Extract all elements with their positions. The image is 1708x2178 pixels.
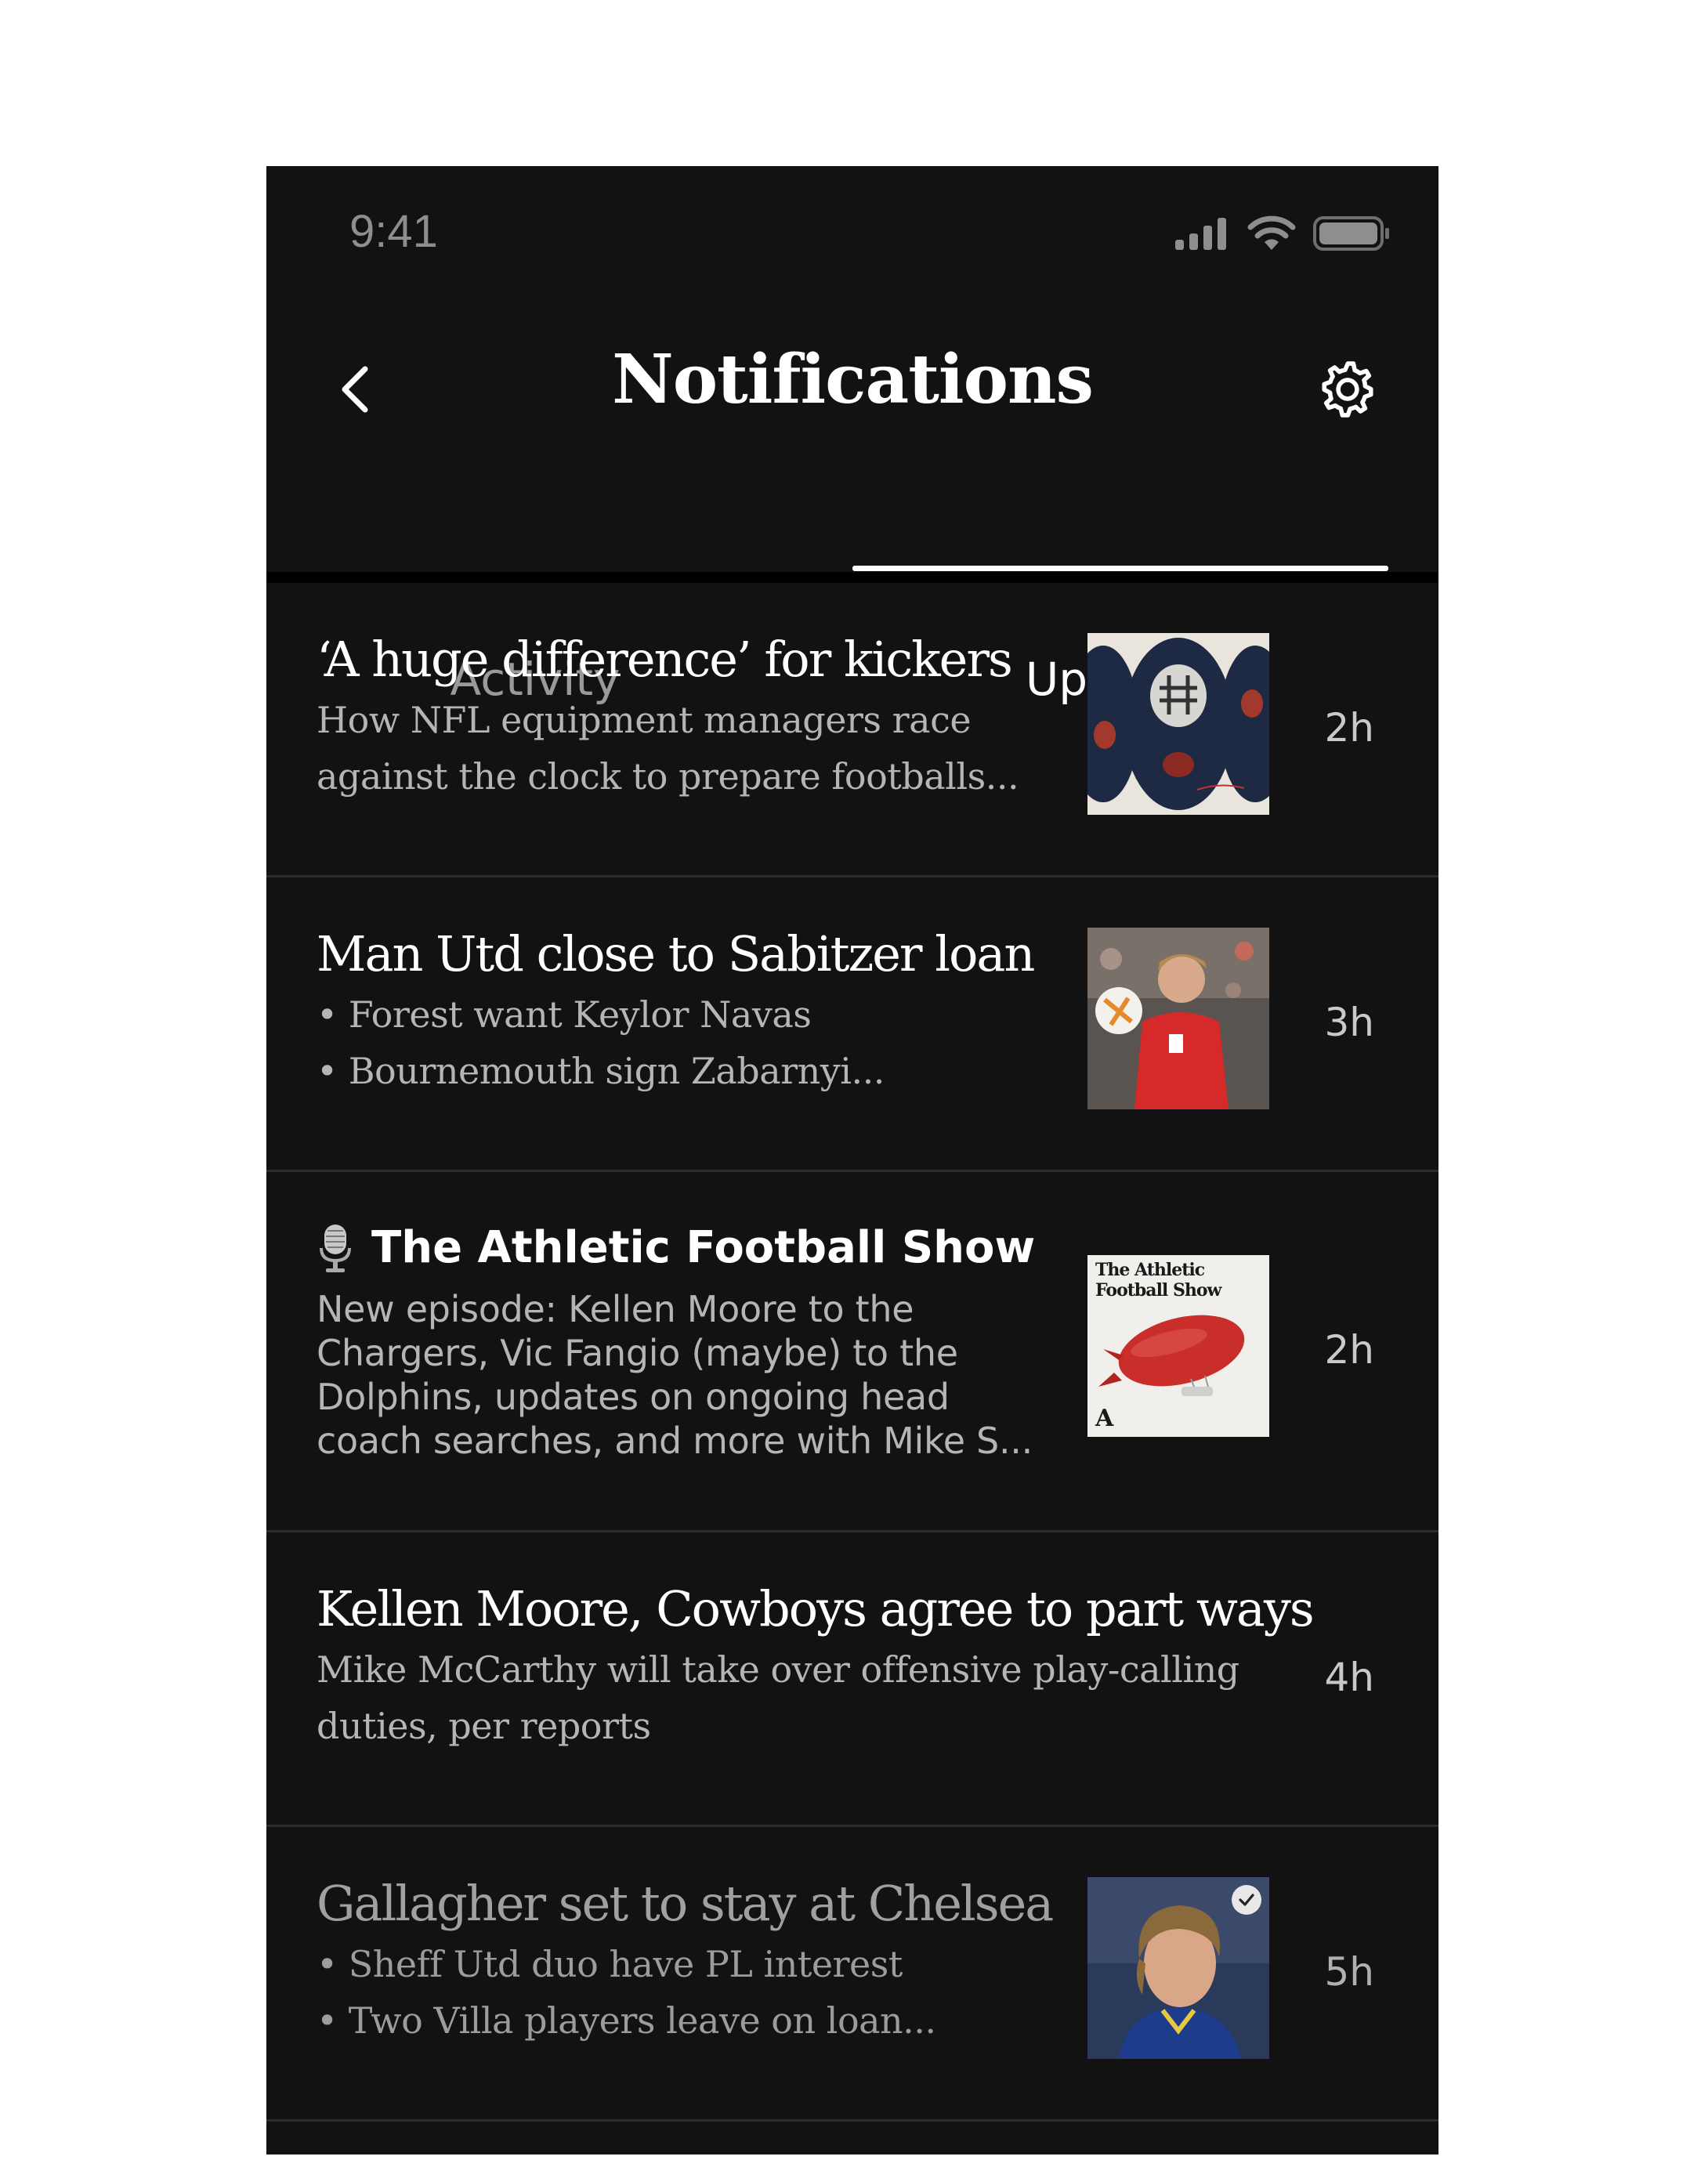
summary-line: coach searches, and more with Mike S... [317, 1420, 1033, 1462]
summary-line: • Sheff Utd duo have PL interest [317, 1943, 903, 1986]
summary-line: duties, per reports [317, 1705, 651, 1748]
notification-time: 2h [1324, 705, 1374, 751]
notification-headline: Gallagher set to stay at Chelsea [317, 1875, 1054, 1932]
summary-line: How NFL equipment managers race [317, 699, 972, 742]
status-icons [1174, 213, 1391, 254]
microphone-icon [320, 1224, 351, 1272]
athletic-logo-mark: A [1095, 1405, 1114, 1432]
notification-text: ‘A huge difference’ for kickers How NFL … [317, 631, 1019, 805]
notification-headline: The Athletic Football Show [371, 1222, 1036, 1273]
battery-icon [1313, 216, 1389, 251]
notification-time: 3h [1324, 1000, 1374, 1045]
summary-line: • Two Villa players leave on loan... [317, 1999, 936, 2042]
notification-thumbnail [1087, 633, 1269, 815]
notification-item[interactable]: Gallagher set to stay at Chelsea • Sheff… [266, 1827, 1438, 2122]
notification-thumbnail [1087, 1877, 1269, 2059]
summary-line: Dolphins, updates on ongoing head [317, 1376, 950, 1418]
summary-line: against the clock to prepare footballs..… [317, 755, 1019, 798]
tabs-divider [266, 572, 1438, 583]
notification-headline: ‘A huge difference’ for kickers [317, 631, 1013, 688]
notification-summary: Mike McCarthy will take over offensive p… [317, 1641, 1313, 1754]
settings-button[interactable] [1308, 346, 1387, 432]
notification-item[interactable]: Man Utd close to Sabitzer loan • Forest … [266, 877, 1438, 1172]
notification-text: Kellen Moore, Cowboys agree to part ways… [317, 1580, 1315, 1754]
notification-time: 5h [1324, 1949, 1374, 1995]
summary-line: • Bournemouth sign Zabarnyi... [317, 1050, 885, 1093]
notification-text: Man Utd close to Sabitzer loan • Forest … [317, 925, 1035, 1099]
notification-text: Gallagher set to stay at Chelsea • Sheff… [317, 1875, 1054, 2049]
signal-icon [1175, 218, 1226, 250]
summary-line: Chargers, Vic Fangio (maybe) to the [317, 1332, 958, 1374]
page-title: Notifications [612, 340, 1094, 419]
notification-text: The Athletic Football Show New episode: … [317, 1222, 1035, 1463]
notification-list: ‘A huge difference’ for kickers How NFL … [266, 583, 1438, 2122]
status-time: 9:41 [349, 206, 438, 257]
notification-summary: New episode: Kellen Moore to the Charger… [317, 1287, 1035, 1463]
gear-icon [1322, 361, 1373, 418]
phone-screen: 9:41 Notifications Activity ‘A huge diff… [266, 166, 1438, 2154]
notification-item[interactable]: ‘A huge difference’ for kickers How NFL … [266, 583, 1438, 877]
notification-thumbnail: The Athletic Football Show A [1087, 1255, 1269, 1437]
read-check-icon [1232, 1885, 1261, 1915]
notification-time: 4h [1324, 1655, 1374, 1700]
notification-headline: Kellen Moore, Cowboys agree to part ways [317, 1580, 1315, 1637]
notification-time: 2h [1324, 1327, 1374, 1373]
notification-summary: • Forest want Keylor Navas • Bournemouth… [317, 986, 1033, 1099]
summary-line: • Forest want Keylor Navas [317, 993, 812, 1037]
podcast-heading: The Athletic Football Show [317, 1222, 1035, 1273]
notification-item[interactable]: The Athletic Football Show New episode: … [266, 1172, 1438, 1532]
notification-summary: • Sheff Utd duo have PL interest • Two V… [317, 1936, 1052, 2049]
summary-line: Mike McCarthy will take over offensive p… [317, 1648, 1239, 1691]
wifi-icon [1247, 215, 1296, 250]
active-tab-indicator [852, 566, 1388, 571]
notification-thumbnail [1087, 928, 1269, 1109]
summary-line: New episode: Kellen Moore to the [317, 1288, 914, 1330]
notification-item[interactable]: Kellen Moore, Cowboys agree to part ways… [266, 1532, 1438, 1827]
notification-summary: How NFL equipment managers race against … [317, 692, 1019, 805]
player-in-red-kit-photo [1087, 928, 1269, 1109]
footballs-helmet-illustration [1087, 633, 1269, 815]
notification-headline: Man Utd close to Sabitzer loan [317, 925, 1035, 982]
football-blimp-illustration [1098, 1315, 1245, 1396]
